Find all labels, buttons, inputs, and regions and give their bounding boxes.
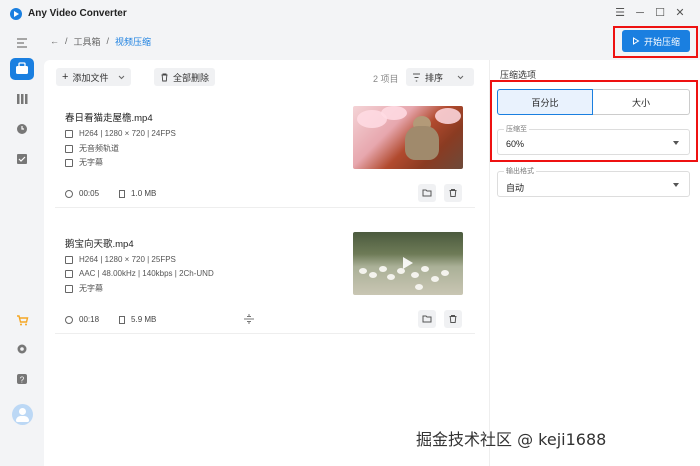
video-info: H264 | 1280 × 720 | 24FPS xyxy=(65,129,176,138)
subtitle-info-text: 无字幕 xyxy=(79,284,103,293)
back-arrow-icon[interactable]: ← xyxy=(50,36,59,46)
audio-track-icon xyxy=(65,269,73,278)
trash-icon xyxy=(160,73,169,82)
history-icon[interactable] xyxy=(10,118,34,140)
open-folder-button[interactable] xyxy=(418,184,436,202)
delete-all-button[interactable]: 全部删除 xyxy=(154,68,216,86)
subtitle-icon xyxy=(65,158,73,167)
settings-gear-icon[interactable] xyxy=(10,338,34,360)
menu-icon[interactable]: ☰ xyxy=(613,6,627,20)
compress-to-value: 60% xyxy=(506,139,525,149)
file-size: 1.0 MB xyxy=(131,189,157,198)
subtitle-info: 无字幕 xyxy=(65,157,103,168)
video-info-text: H264 | 1280 × 720 | 25FPS xyxy=(79,255,176,264)
watermark-text: 掘金技术社区 @ keji1688 xyxy=(416,430,607,449)
chevron-down-icon xyxy=(457,75,464,80)
breadcrumb-separator: / xyxy=(106,36,110,46)
sort-button[interactable]: 排序 xyxy=(406,68,474,86)
sort-icon xyxy=(412,73,421,82)
duration: 00:05 xyxy=(79,189,100,198)
clock-icon xyxy=(65,189,73,198)
video-info-text: H264 | 1280 × 720 | 24FPS xyxy=(79,129,176,138)
file-size-icon xyxy=(119,189,126,198)
title-bar: Any Video Converter ☰ ─ ☐ ✕ xyxy=(0,0,700,28)
add-file-button[interactable]: + 添加文件 xyxy=(56,68,132,86)
open-folder-button[interactable] xyxy=(418,310,436,328)
file-size-icon xyxy=(119,315,126,324)
play-outline-icon xyxy=(632,37,640,45)
delete-file-button[interactable] xyxy=(444,184,462,202)
subtitle-info-text: 无字幕 xyxy=(79,158,103,167)
app-logo-icon xyxy=(10,8,22,20)
file-card[interactable]: 鹅宝向天歌.mp4 H264 | 1280 × 720 | 25FPS AAC … xyxy=(55,222,475,334)
mode-size-tab[interactable]: 大小 xyxy=(593,89,690,115)
output-format-select[interactable]: 输出格式 自动 xyxy=(497,166,690,197)
audio-info-text: 无音频轨道 xyxy=(79,144,119,153)
output-format-label: 输出格式 xyxy=(504,166,536,176)
file-stats: 00:05 1.0 MB xyxy=(65,189,156,198)
play-icon xyxy=(403,257,413,269)
file-name: 春日看猫走屋檐.mp4 xyxy=(65,113,153,124)
audio-info: AAC | 48.00kHz | 140kbps | 2Ch-UND xyxy=(65,269,214,278)
breadcrumb-separator: / xyxy=(65,36,68,46)
output-format-value: 自动 xyxy=(506,183,525,193)
close-button[interactable]: ✕ xyxy=(673,6,687,20)
svg-text:?: ? xyxy=(20,376,25,385)
audio-info: 无音频轨道 xyxy=(65,143,119,154)
sort-label: 排序 xyxy=(425,72,444,83)
video-info: H264 | 1280 × 720 | 25FPS xyxy=(65,255,176,264)
file-size: 5.9 MB xyxy=(131,315,157,324)
audio-track-icon xyxy=(65,144,73,153)
chevron-down-icon xyxy=(673,183,679,187)
maximize-button[interactable]: ☐ xyxy=(653,6,667,20)
start-compress-button[interactable]: 开始压缩 xyxy=(622,30,690,52)
user-avatar[interactable] xyxy=(12,404,33,425)
delete-file-button[interactable] xyxy=(444,310,462,328)
file-stats: 00:18 5.9 MB xyxy=(65,315,156,324)
tasks-icon[interactable] xyxy=(10,148,34,170)
video-thumbnail[interactable] xyxy=(353,232,463,295)
add-file-label: 添加文件 xyxy=(72,72,109,83)
clock-icon xyxy=(65,315,73,324)
chevron-down-icon xyxy=(118,75,125,80)
duration: 00:18 xyxy=(79,315,100,324)
library-icon[interactable] xyxy=(10,88,34,110)
file-name: 鹅宝向天歌.mp4 xyxy=(65,239,134,250)
item-count: 2 项目 xyxy=(373,74,399,84)
video-track-icon xyxy=(65,255,73,264)
plus-icon: + xyxy=(62,71,69,83)
mode-percent-tab[interactable]: 百分比 xyxy=(497,89,593,115)
subtitle-icon xyxy=(65,284,73,293)
breadcrumb-toolbox[interactable]: 工具箱 xyxy=(74,35,101,48)
breadcrumb: ← / 工具箱 / 视频压缩 xyxy=(50,34,151,48)
cart-icon[interactable] xyxy=(10,309,34,331)
delete-all-label: 全部删除 xyxy=(173,72,210,83)
file-card[interactable]: 春日看猫走屋檐.mp4 H264 | 1280 × 720 | 24FPS 无音… xyxy=(55,96,475,208)
video-track-icon xyxy=(65,129,73,138)
compress-to-label: 压缩至 xyxy=(504,124,529,134)
start-compress-label: 开始压缩 xyxy=(643,36,680,47)
app-title: Any Video Converter xyxy=(28,8,127,19)
toolbox-icon[interactable] xyxy=(10,58,34,80)
compress-to-select[interactable]: 压缩至 60% xyxy=(497,124,690,155)
collapse-sidebar-icon[interactable] xyxy=(10,32,34,54)
chevron-down-icon xyxy=(673,141,679,145)
subtitle-info: 无字幕 xyxy=(65,283,103,294)
video-thumbnail[interactable] xyxy=(353,106,463,169)
sidebar: ? xyxy=(0,28,44,466)
minimize-button[interactable]: ─ xyxy=(633,6,647,20)
drag-handle-icon[interactable] xyxy=(243,314,255,324)
file-toolbar: + 添加文件 全部删除 2 项目 排序 xyxy=(56,68,474,86)
breadcrumb-current: 视频压缩 xyxy=(115,36,152,47)
help-icon[interactable]: ? xyxy=(10,368,34,390)
audio-info-text: AAC | 48.00kHz | 140kbps | 2Ch-UND xyxy=(79,269,214,278)
